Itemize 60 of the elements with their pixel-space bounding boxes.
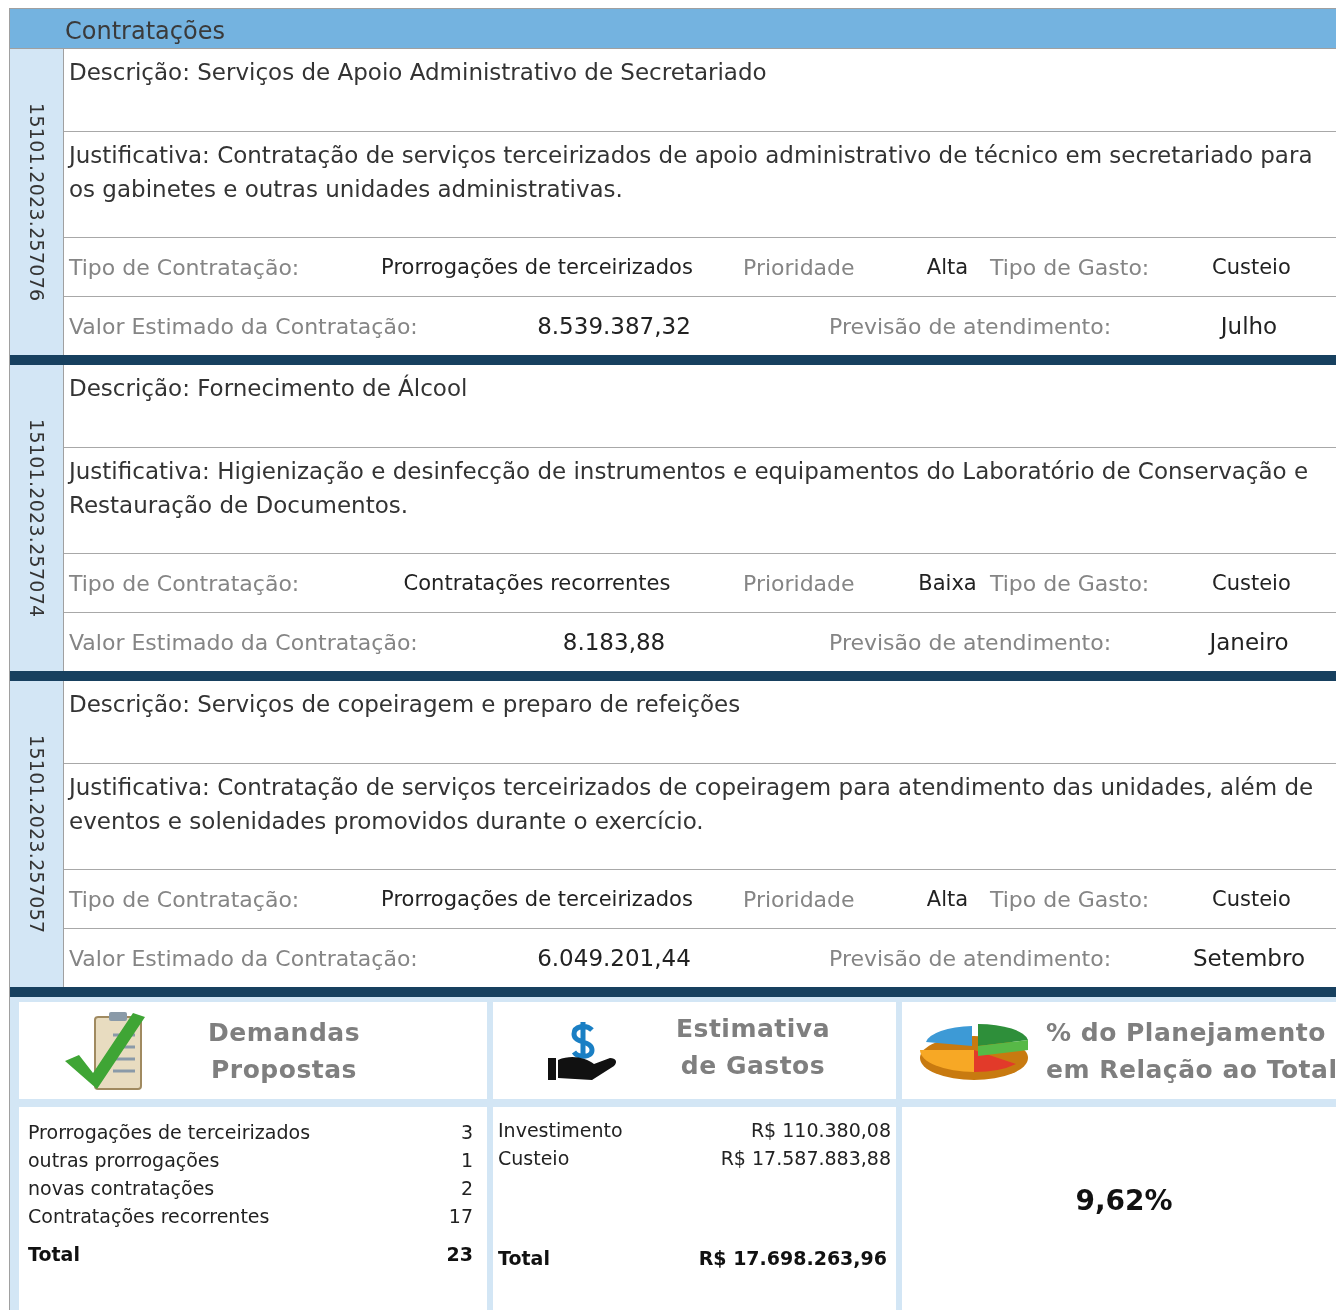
field-value: 6.049.201,44 (536, 945, 692, 971)
summary-value: 3 (459, 1121, 473, 1143)
field-value: Alta (925, 255, 970, 279)
field-value: Prorrogações de terceirizados (380, 255, 694, 279)
summary-label: outras prorrogações (28, 1149, 221, 1171)
description-text: Descrição: Serviços de copeiragem e preparo de refeições (69, 691, 741, 717)
field-value: Contratações recorrentes (402, 571, 672, 595)
field-label: Tipo de Contratação: (69, 570, 301, 596)
field-value: Baixa (917, 571, 978, 595)
field-label: Previsão de atendimento: (828, 945, 1113, 971)
field-value: Custeio (1211, 887, 1292, 911)
field-value: 8.539.387,32 (536, 313, 692, 339)
summary-label: novas contratações (28, 1177, 216, 1199)
field-label: Tipo de Gasto: (990, 254, 1151, 280)
field-value: Janeiro (1207, 629, 1290, 655)
total-value: R$ 17.698.263,96 (698, 1247, 887, 1269)
record-code: 15101.2023.257076 (25, 102, 48, 302)
percent-value: 9,62% (1075, 1184, 1173, 1217)
summary-label: Prorrogações de terceirizados (28, 1121, 312, 1143)
total-label: Total (28, 1243, 80, 1265)
field-label: Prioridade (743, 886, 856, 912)
field-label: Prioridade (743, 570, 856, 596)
panel-title: % do Planejamento em Relação ao Total (1046, 1016, 1336, 1086)
summary-value: 17 (448, 1205, 473, 1227)
summary-label: Contratações recorrentes (28, 1205, 271, 1227)
section-title: Contratações (65, 16, 225, 47)
summary-label: Custeio (498, 1147, 571, 1169)
field-label: Prioridade (743, 254, 856, 280)
field-value: Setembro (1192, 945, 1306, 971)
description-text: Descrição: Fornecimento de Álcool (69, 375, 468, 401)
summary-label: Investimento (498, 1119, 624, 1141)
field-label: Tipo de Contratação: (69, 886, 301, 912)
field-value: Custeio (1211, 571, 1292, 595)
field-label: Previsão de atendimento: (828, 313, 1113, 339)
field-value: Custeio (1211, 255, 1292, 279)
field-label: Tipo de Gasto: (990, 886, 1151, 912)
record-code: 15101.2023.257057 (25, 734, 48, 934)
field-label: Valor Estimado da Contratação: (69, 629, 419, 655)
total-value: 23 (446, 1243, 473, 1265)
field-label: Tipo de Gasto: (990, 570, 1151, 596)
field-value: Julho (1218, 313, 1279, 339)
justification-text: Justificativa: Contratação de serviços terceirizados de copeiragem para atendimento das unidades, além de eventos e solenidades promovidos durante o exercício. (69, 774, 1314, 834)
panel-title: Demandas Propostas (206, 1016, 362, 1086)
field-label: Tipo de Contratação: (69, 254, 301, 280)
panel-title: Estimativa de Gastos (674, 1012, 832, 1082)
summary-value: 2 (459, 1177, 473, 1199)
field-label: Valor Estimado da Contratação: (69, 313, 419, 339)
summary-value: 1 (459, 1149, 473, 1171)
field-label: Previsão de atendimento: (828, 629, 1113, 655)
field-value: Alta (925, 887, 970, 911)
total-label: Total (498, 1247, 550, 1269)
record-code: 15101.2023.257074 (25, 418, 48, 618)
justification-text: Justificativa: Higienização e desinfecção de instrumentos e equipamentos do Laboratório de Conservação e Restauração de Documentos. (69, 458, 1309, 518)
description-text: Descrição: Serviços de Apoio Administrativo de Secretariado (69, 59, 767, 85)
field-value: 8.183,88 (561, 629, 667, 655)
field-label: Valor Estimado da Contratação: (69, 945, 419, 971)
summary-value: R$ 17.587.883,88 (720, 1147, 891, 1169)
field-value: Prorrogações de terceirizados (380, 887, 694, 911)
summary-value: R$ 110.380,08 (749, 1119, 891, 1141)
justification-text: Justificativa: Contratação de serviços terceirizados de apoio administrativo de técnico em secretariado para os gabinetes e outras unidades administrativas. (69, 142, 1313, 202)
